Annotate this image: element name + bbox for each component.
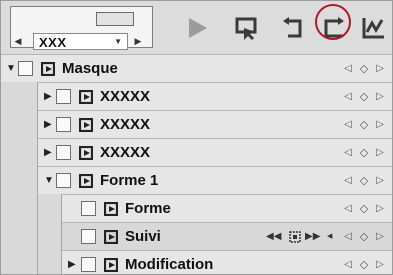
keyframe-nav: ◁ ◇ ▷ <box>342 230 386 244</box>
effect-icon <box>79 146 93 160</box>
expand-triangle-icon[interactable]: ▶ <box>44 148 54 158</box>
play-icon <box>189 18 207 38</box>
tree-row-suivi[interactable]: Suivi ◀◀ ▶▶ ◀ ◁ ◇ ▷ <box>61 222 392 250</box>
tree-item-label: Modification <box>125 256 214 273</box>
undo-button[interactable] <box>280 15 306 41</box>
keyframe-nav: ◁ ◇ ▷ <box>342 62 386 76</box>
next-keyframe-icon[interactable]: ▷ <box>374 62 386 76</box>
add-keyframe-icon[interactable]: ◇ <box>358 146 370 160</box>
add-keyframe-icon[interactable]: ◇ <box>358 62 370 76</box>
previous-keyframe-icon[interactable]: ◁ <box>342 258 354 272</box>
effect-icon <box>104 230 118 244</box>
tree-row-forme[interactable]: Forme ◁ ◇ ▷ <box>61 194 392 222</box>
expand-triangle-icon[interactable]: ▶ <box>68 260 78 270</box>
tree-row-masque[interactable]: ▼ Masque ◁ ◇ ▷ <box>1 54 392 82</box>
visibility-checkbox[interactable] <box>81 229 96 244</box>
tree-item-label: XXXXX <box>100 144 151 161</box>
add-keyframe-icon[interactable]: ◇ <box>358 174 370 188</box>
track-forward-icon[interactable]: ▶▶ <box>305 230 320 244</box>
effect-icon <box>104 202 118 216</box>
next-arrow-icon[interactable]: ▶ <box>132 33 144 49</box>
effect-icon <box>41 62 55 76</box>
track-backward-icon[interactable]: ◀◀ <box>266 230 281 244</box>
visibility-checkbox[interactable] <box>81 201 96 216</box>
tree-item-label: XXXXX <box>100 116 151 133</box>
effect-icon <box>79 174 93 188</box>
tree-row-xxxxx-3[interactable]: ▶ XXXXX ◁ ◇ ▷ <box>37 138 392 166</box>
visibility-checkbox[interactable] <box>81 257 96 272</box>
track-step-icon[interactable]: ◀ <box>327 230 332 244</box>
keyframe-nav: ◁ ◇ ▷ <box>342 146 386 160</box>
previous-keyframe-icon[interactable]: ◁ <box>342 90 354 104</box>
tree-guide-line <box>37 82 38 274</box>
add-keyframe-icon[interactable]: ◇ <box>358 230 370 244</box>
undo-icon <box>283 17 302 38</box>
expand-triangle-icon[interactable]: ▶ <box>44 120 54 130</box>
highlight-circle <box>315 4 351 40</box>
tree-row-modification[interactable]: ▶ Modification ◁ ◇ ▷ <box>61 250 392 274</box>
tree-item-label: Forme <box>125 200 171 217</box>
expand-triangle-icon[interactable]: ▼ <box>44 176 54 186</box>
tree-item-label: Masque <box>62 60 118 77</box>
track-frame-icon[interactable] <box>289 230 301 244</box>
visibility-checkbox[interactable] <box>56 145 71 160</box>
timeline-thumb[interactable] <box>96 12 134 26</box>
tree-guide-line <box>61 194 62 274</box>
previous-arrow-icon[interactable]: ◀ <box>12 33 24 49</box>
keyframe-nav: ◁ ◇ ▷ <box>342 174 386 188</box>
graph-icon <box>362 18 384 39</box>
tree-row-xxxxx-1[interactable]: ▶ XXXXX ◁ ◇ ▷ <box>37 82 392 110</box>
previous-keyframe-icon[interactable]: ◁ <box>342 118 354 132</box>
chevron-down-icon[interactable]: ▼ <box>114 35 122 49</box>
next-keyframe-icon[interactable]: ▷ <box>374 146 386 160</box>
next-keyframe-icon[interactable]: ▷ <box>374 202 386 216</box>
tree-row-forme-1[interactable]: ▼ Forme 1 ◁ ◇ ▷ <box>37 166 392 194</box>
expand-triangle-icon[interactable]: ▼ <box>6 64 16 74</box>
next-keyframe-icon[interactable]: ▷ <box>374 230 386 244</box>
timeline-navigator[interactable]: ◀ XXX ▼ ▶ <box>10 6 153 50</box>
timeline-combo-value: XXX <box>39 35 67 50</box>
effect-icon <box>104 258 118 272</box>
visibility-checkbox[interactable] <box>56 173 71 188</box>
add-keyframe-icon[interactable]: ◇ <box>358 118 370 132</box>
visibility-checkbox[interactable] <box>56 117 71 132</box>
next-keyframe-icon[interactable]: ▷ <box>374 118 386 132</box>
visibility-checkbox[interactable] <box>18 61 33 76</box>
tree-item-label: XXXXX <box>100 88 151 105</box>
tree-item-label: Forme 1 <box>100 172 159 189</box>
effect-icon <box>79 118 93 132</box>
keyframe-nav: ◁ ◇ ▷ <box>342 118 386 132</box>
next-keyframe-icon[interactable]: ▷ <box>374 258 386 272</box>
add-keyframe-icon[interactable]: ◇ <box>358 258 370 272</box>
preview-icon <box>235 17 257 40</box>
preview-button[interactable] <box>233 15 259 41</box>
keyframe-nav: ◁ ◇ ▷ <box>342 258 386 272</box>
next-keyframe-icon[interactable]: ▷ <box>374 90 386 104</box>
previous-keyframe-icon[interactable]: ◁ <box>342 230 354 244</box>
previous-keyframe-icon[interactable]: ◁ <box>342 62 354 76</box>
timeline-combo[interactable]: XXX ▼ <box>33 33 128 50</box>
graph-button[interactable] <box>360 15 386 41</box>
effect-icon <box>79 90 93 104</box>
visibility-checkbox[interactable] <box>56 89 71 104</box>
next-keyframe-icon[interactable]: ▷ <box>374 174 386 188</box>
add-keyframe-icon[interactable]: ◇ <box>358 90 370 104</box>
previous-keyframe-icon[interactable]: ◁ <box>342 146 354 160</box>
previous-keyframe-icon[interactable]: ◁ <box>342 202 354 216</box>
add-keyframe-icon[interactable]: ◇ <box>358 202 370 216</box>
keyframe-nav: ◁ ◇ ▷ <box>342 90 386 104</box>
tree-item-label: Suivi <box>125 228 161 245</box>
effect-panel: ◀ XXX ▼ ▶ ▼ Masque ◁ ◇ ▷ ▶ XXXXX ◁ ◇ ▷ ▶… <box>0 0 393 275</box>
tree-row-xxxxx-2[interactable]: ▶ XXXXX ◁ ◇ ▷ <box>37 110 392 138</box>
expand-triangle-icon[interactable]: ▶ <box>44 92 54 102</box>
play-button[interactable] <box>184 15 210 41</box>
previous-keyframe-icon[interactable]: ◁ <box>342 174 354 188</box>
keyframe-nav: ◁ ◇ ▷ <box>342 202 386 216</box>
